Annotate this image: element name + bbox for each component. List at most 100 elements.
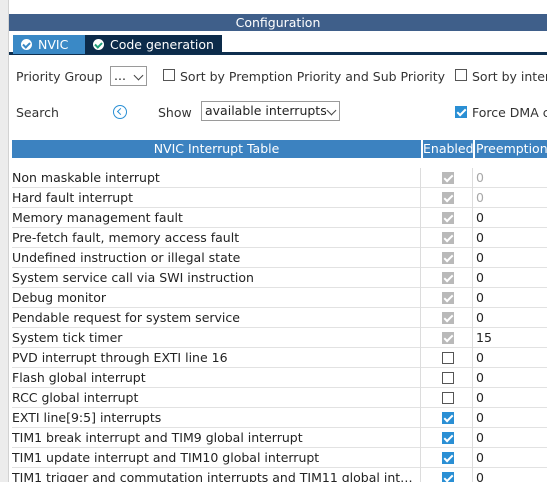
window-title: Configuration [235, 15, 321, 30]
column-header-preemption[interactable]: Preemption [475, 140, 547, 158]
enabled-checkbox[interactable] [442, 472, 454, 482]
preemption-priority-cell[interactable]: 0 [475, 268, 547, 288]
window-gutter [0, 0, 9, 482]
interrupt-name: Undefined instruction or illegal state [12, 248, 421, 268]
table-row[interactable]: TIM1 trigger and commutation interrupts … [12, 468, 547, 482]
table-row[interactable]: System tick timer 15 [12, 328, 547, 348]
sort-premption-checkbox[interactable] [163, 69, 175, 81]
check-circle-icon [21, 39, 32, 50]
table-row[interactable]: PVD interrupt through EXTI line 16 0 [12, 348, 547, 368]
enabled-checkbox[interactable] [442, 352, 454, 364]
search-previous-icon[interactable] [113, 105, 127, 119]
search-label: Search [16, 105, 59, 120]
enabled-checkbox [442, 212, 454, 224]
enabled-checkbox[interactable] [442, 392, 454, 404]
enabled-cell [423, 188, 473, 208]
show-label: Show [158, 105, 192, 120]
enabled-cell [423, 348, 473, 368]
enabled-checkbox[interactable] [442, 432, 454, 444]
chevron-down-icon [326, 105, 337, 116]
interrupt-name: EXTI line[9:5] interrupts [12, 408, 421, 428]
enabled-checkbox [442, 192, 454, 204]
preemption-priority-cell[interactable]: 0 [475, 428, 547, 448]
enabled-cell [423, 288, 473, 308]
preemption-priority-cell[interactable]: 0 [475, 168, 547, 188]
preemption-priority-cell[interactable]: 0 [475, 228, 547, 248]
interrupt-name: Non maskable interrupt [12, 168, 421, 188]
enabled-cell [423, 448, 473, 468]
table-row[interactable]: Debug monitor 0 [12, 288, 547, 308]
interrupt-name: System tick timer [12, 328, 421, 348]
table-row[interactable]: Hard fault interrupt 0 [12, 188, 547, 208]
table-row[interactable]: System service call via SWI instruction 0 [12, 268, 547, 288]
table-row[interactable]: Flash global interrupt 0 [12, 368, 547, 388]
enabled-checkbox [442, 272, 454, 284]
table-row[interactable]: TIM1 break interrupt and TIM9 global int… [12, 428, 547, 448]
priority-group-value: ... [114, 68, 126, 83]
enabled-checkbox [442, 252, 454, 264]
preemption-priority-cell[interactable]: 0 [475, 368, 547, 388]
interrupt-table-body: Non maskable interrupt 0 Hard fault interr… [12, 168, 547, 482]
interrupt-name: TIM1 update interrupt and TIM10 global i… [12, 448, 421, 468]
interrupt-name: TIM1 break interrupt and TIM9 global int… [12, 428, 421, 448]
window-title-bar: Configuration [9, 14, 547, 33]
table-row[interactable]: Memory management fault 0 [12, 208, 547, 228]
enabled-cell [423, 308, 473, 328]
column-header-enabled[interactable]: Enabled [423, 140, 473, 158]
enabled-cell [423, 468, 473, 482]
table-row[interactable]: Pre-fetch fault, memory access fault 0 [12, 228, 547, 248]
priority-group-select[interactable]: ... [110, 66, 147, 86]
enabled-cell [423, 368, 473, 388]
enabled-cell [423, 228, 473, 248]
preemption-priority-cell[interactable]: 0 [475, 348, 547, 368]
enabled-checkbox[interactable] [442, 372, 454, 384]
tab-nvic[interactable]: NVIC [13, 35, 86, 54]
preemption-priority-cell[interactable]: 0 [475, 408, 547, 428]
enabled-checkbox[interactable] [442, 452, 454, 464]
force-dma-checkbox[interactable] [455, 106, 467, 118]
enabled-cell [423, 408, 473, 428]
enabled-checkbox[interactable] [442, 412, 454, 424]
show-filter-value: available interrupts [205, 103, 327, 118]
preemption-priority-cell[interactable]: 15 [475, 328, 547, 348]
enabled-cell [423, 248, 473, 268]
enabled-cell [423, 388, 473, 408]
check-circle-icon [93, 39, 104, 50]
sort-premption-label: Sort by Premption Priority and Sub Prior… [180, 69, 446, 84]
preemption-priority-cell[interactable]: 0 [475, 448, 547, 468]
preemption-priority-cell[interactable]: 0 [475, 208, 547, 228]
interrupt-name: Debug monitor [12, 288, 421, 308]
preemption-priority-cell[interactable]: 0 [475, 308, 547, 328]
preemption-priority-cell[interactable]: 0 [475, 288, 547, 308]
tab-code-generation[interactable]: Code generation [85, 35, 222, 54]
table-row[interactable]: Non maskable interrupt 0 [12, 168, 547, 188]
priority-group-label: Priority Group [16, 69, 103, 84]
table-row[interactable]: Undefined instruction or illegal state 0 [12, 248, 547, 268]
preemption-priority-cell[interactable]: 0 [475, 468, 547, 482]
sort-interrupts-checkbox[interactable] [455, 69, 467, 81]
enabled-checkbox [442, 312, 454, 324]
interrupt-name: Flash global interrupt [12, 368, 421, 388]
sort-interrupts-label: Sort by inter [472, 69, 547, 84]
tab-bar: NVIC Code generation [9, 33, 547, 55]
tab-code-generation-label: Code generation [110, 37, 214, 52]
table-row[interactable]: EXTI line[9:5] interrupts 0 [12, 408, 547, 428]
show-filter-select[interactable]: available interrupts [201, 101, 340, 121]
enabled-cell [423, 268, 473, 288]
preemption-priority-cell[interactable]: 0 [475, 248, 547, 268]
table-row[interactable]: Pendable request for system service 0 [12, 308, 547, 328]
enabled-checkbox [442, 292, 454, 304]
enabled-checkbox [442, 332, 454, 344]
column-header-name[interactable]: NVIC Interrupt Table [12, 140, 421, 158]
table-row[interactable]: RCC global interrupt 0 [12, 388, 547, 408]
preemption-priority-cell[interactable]: 0 [475, 188, 547, 208]
force-dma-label: Force DMA c [472, 105, 547, 120]
enabled-cell [423, 428, 473, 448]
enabled-cell [423, 328, 473, 348]
configuration-window: Configuration NVIC Code generation Prior… [0, 0, 547, 482]
preemption-priority-cell[interactable]: 0 [475, 388, 547, 408]
enabled-checkbox [442, 232, 454, 244]
table-row[interactable]: TIM1 update interrupt and TIM10 global i… [12, 448, 547, 468]
table-header: NVIC Interrupt Table Enabled Preemption [12, 140, 547, 158]
tab-nvic-label: NVIC [38, 37, 69, 52]
